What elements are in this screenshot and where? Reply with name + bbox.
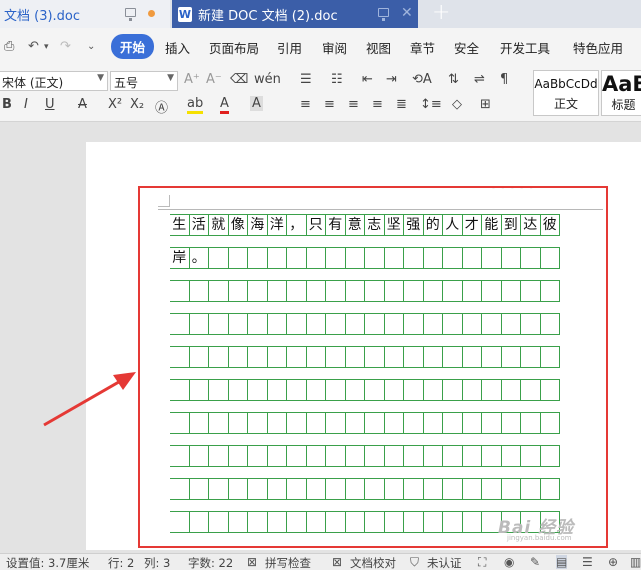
status-row: 行: 2 bbox=[108, 556, 135, 570]
status-word-count[interactable]: 字数: 22 bbox=[188, 555, 233, 570]
read-mode-icon[interactable]: ▥ bbox=[630, 555, 641, 569]
status-col: 列: 3 bbox=[144, 556, 171, 570]
focus-mode-icon[interactable]: ⛶ bbox=[478, 555, 486, 570]
spell-check-icon: ⊠ bbox=[247, 555, 258, 569]
baidu-watermark-url: jingyan.baidu.com bbox=[507, 534, 572, 542]
status-setting: 设置值: 3.7厘米 bbox=[6, 556, 90, 570]
status-bar: 设置值: 3.7厘米 行: 2 列: 3 字数: 22 ⊠ 拼写检查 ⊠ 文档校… bbox=[0, 553, 641, 570]
pen-icon[interactable]: ✎ bbox=[530, 555, 540, 569]
status-spell-check[interactable]: 拼写检查 bbox=[265, 555, 311, 570]
status-cert[interactable]: 未认证 bbox=[427, 555, 462, 570]
status-doc-proof[interactable]: 文档校对 bbox=[350, 555, 396, 570]
page-view-icon[interactable]: ▤ bbox=[556, 555, 568, 569]
shield-icon: ⛉ bbox=[410, 555, 420, 569]
annotation-arrow-icon bbox=[43, 372, 136, 427]
eye-protect-icon[interactable]: ◉ bbox=[504, 555, 514, 569]
outline-view-icon[interactable]: ☰ bbox=[582, 555, 593, 569]
doc-proof-icon: ⊠ bbox=[332, 555, 343, 569]
web-view-icon[interactable]: ⊕ bbox=[608, 555, 618, 569]
